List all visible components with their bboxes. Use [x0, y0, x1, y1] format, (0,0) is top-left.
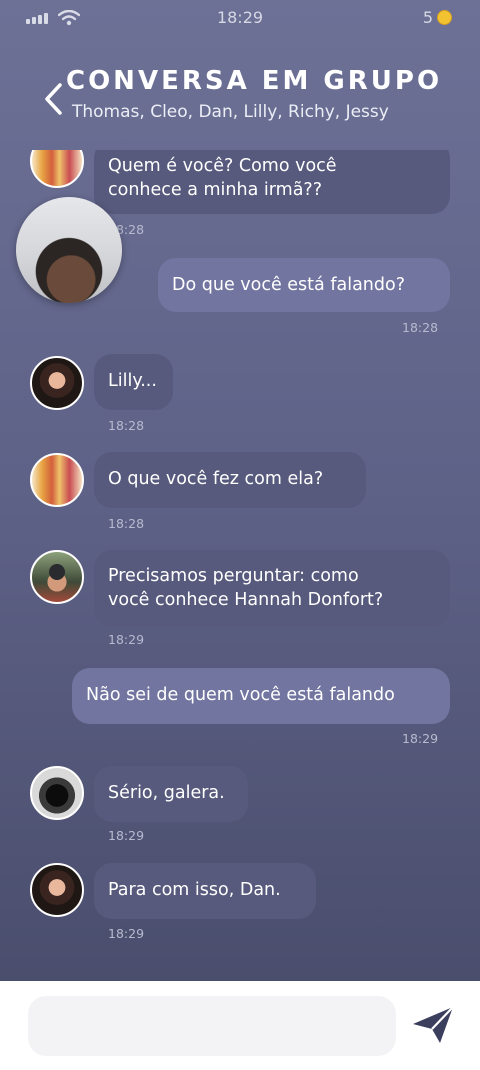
avatar-cleo[interactable]: [30, 453, 84, 507]
chat-header: CONVERSA EM GRUPO Thomas, Cleo, Dan, Lil…: [0, 64, 480, 134]
message-text: Não sei de quem você está falando: [86, 685, 395, 705]
avatar-cleo[interactable]: [30, 150, 84, 188]
coin-counter: 5: [423, 8, 452, 27]
status-bar: 18:29 5: [0, 0, 480, 36]
message-bubble[interactable]: O que você fez com ela?: [94, 452, 366, 508]
coin-icon: [437, 10, 452, 25]
avatar-lilly[interactable]: [30, 356, 84, 410]
message-text: Do que você está falando?: [172, 275, 405, 295]
message-time: 18:28: [108, 516, 145, 531]
video-call-bubble[interactable]: [16, 197, 122, 303]
message-bubble[interactable]: Sério, galera.: [94, 766, 248, 822]
message-time: 18:28: [108, 418, 145, 433]
avatar-dan[interactable]: [30, 550, 84, 604]
message-text: Lilly...: [108, 371, 157, 391]
coin-count: 5: [422, 8, 433, 27]
status-time: 18:29: [216, 8, 264, 27]
back-chevron-icon[interactable]: [42, 82, 64, 116]
message-bubble[interactable]: Quem é você? Como você conhece a minha i…: [94, 150, 450, 214]
send-icon[interactable]: [410, 1003, 456, 1047]
avatar-hooded[interactable]: [30, 766, 84, 820]
message-bubble[interactable]: Não sei de quem você está falando: [72, 668, 450, 724]
message-bubble[interactable]: Do que você está falando?: [158, 258, 450, 312]
message-text: Sério, galera.: [108, 783, 225, 803]
message-bubble[interactable]: Para com isso, Dan.: [94, 863, 316, 919]
message-text: Precisamos perguntar: como: [108, 566, 359, 586]
page-title: CONVERSA EM GRUPO: [66, 66, 443, 96]
message-time: 18:29: [402, 731, 439, 746]
message-text: O que você fez com ela?: [108, 469, 324, 489]
message-bubble[interactable]: Lilly...: [94, 354, 173, 410]
message-text: você conhece Hannah Donfort?: [108, 590, 384, 610]
message-input[interactable]: [28, 996, 396, 1056]
message-text: Quem é você? Como você: [108, 156, 337, 176]
participants-list: Thomas, Cleo, Dan, Lilly, Richy, Jessy: [72, 102, 389, 122]
message-text: conhece a minha irmã??: [108, 180, 322, 200]
message-bubble[interactable]: Precisamos perguntar: como você conhece …: [94, 550, 450, 627]
message-text: Para com isso, Dan.: [108, 880, 281, 900]
message-time: 18:29: [108, 632, 145, 647]
composer-bar: [0, 981, 480, 1070]
message-time: 18:29: [108, 926, 145, 941]
message-time: 18:29: [108, 828, 145, 843]
message-time: 18:28: [402, 320, 439, 335]
avatar-lilly[interactable]: [30, 863, 84, 917]
